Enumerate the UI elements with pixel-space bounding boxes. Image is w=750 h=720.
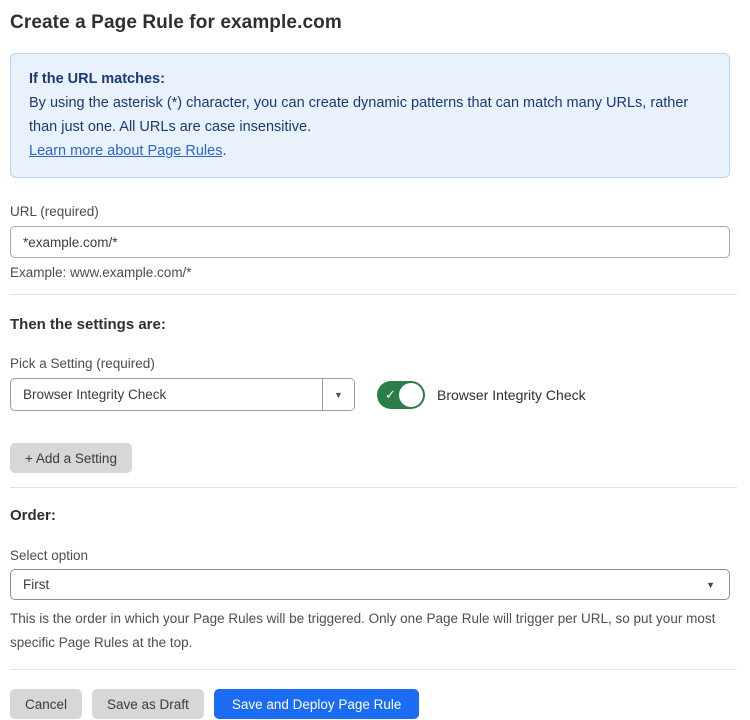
create-page-rule-form: Create a Page Rule for example.com If th…	[0, 0, 750, 719]
check-icon: ✓	[385, 388, 396, 401]
info-box-link-row: Learn more about Page Rules.	[29, 139, 711, 163]
setting-dropdown[interactable]: Browser Integrity Check ▼	[10, 378, 355, 411]
url-example-hint: Example: www.example.com/*	[10, 265, 740, 280]
section-divider	[10, 669, 737, 670]
setting-row: Browser Integrity Check ▼ ✓ Browser Inte…	[10, 378, 740, 411]
pick-setting-label: Pick a Setting (required)	[10, 356, 740, 371]
section-divider	[10, 487, 737, 488]
learn-more-link[interactable]: Learn more about Page Rules	[29, 143, 222, 159]
info-box-heading: If the URL matches:	[29, 67, 711, 91]
select-option-label: Select option	[10, 548, 740, 563]
url-match-info-box: If the URL matches: By using the asteris…	[10, 53, 730, 178]
setting-toggle[interactable]: ✓	[377, 381, 425, 409]
info-box-body: By using the asterisk (*) character, you…	[29, 91, 689, 139]
save-draft-button[interactable]: Save as Draft	[92, 689, 204, 719]
chevron-down-icon[interactable]: ▼	[322, 379, 354, 410]
order-select[interactable]: First ▼	[10, 569, 730, 600]
settings-heading: Then the settings are:	[10, 316, 740, 333]
link-suffix-period: .	[222, 143, 226, 159]
save-deploy-button[interactable]: Save and Deploy Page Rule	[214, 689, 420, 719]
cancel-button[interactable]: Cancel	[10, 689, 82, 719]
toggle-setting-label: Browser Integrity Check	[437, 387, 586, 403]
url-label: URL (required)	[10, 204, 740, 219]
footer-actions: Cancel Save as Draft Save and Deploy Pag…	[10, 689, 740, 719]
order-select-value: First	[23, 577, 706, 592]
order-help-text: This is the order in which your Page Rul…	[10, 607, 726, 655]
add-setting-button[interactable]: + Add a Setting	[10, 443, 132, 473]
toggle-knob	[399, 383, 423, 407]
section-divider	[10, 294, 737, 295]
caret-down-icon: ▼	[706, 580, 715, 590]
page-title: Create a Page Rule for example.com	[10, 12, 740, 34]
order-heading: Order:	[10, 507, 740, 524]
setting-dropdown-value: Browser Integrity Check	[11, 379, 322, 410]
url-input[interactable]	[10, 226, 730, 258]
